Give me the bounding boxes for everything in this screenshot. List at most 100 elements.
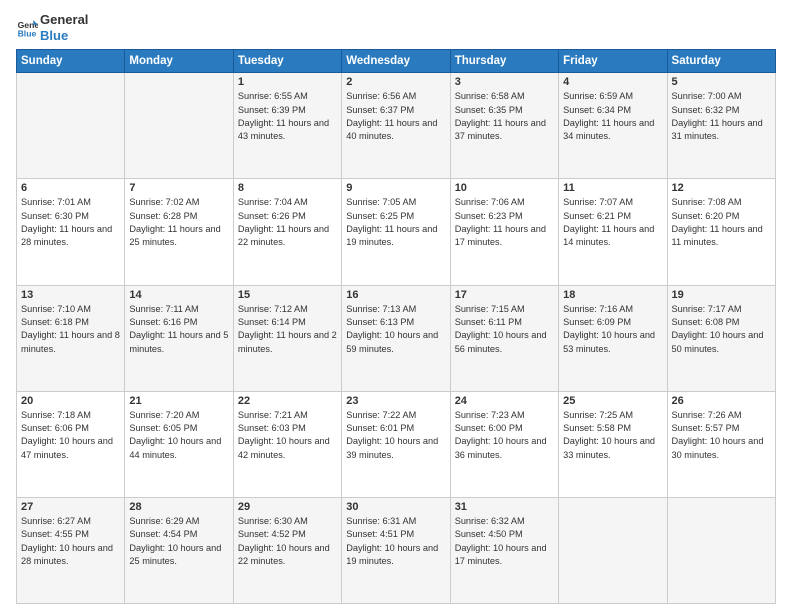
sunset-text: Sunset: 6:23 PM (455, 211, 523, 221)
calendar-cell (559, 497, 667, 603)
day-info: Sunrise: 7:02 AMSunset: 6:28 PMDaylight:… (129, 196, 228, 249)
day-number: 16 (346, 289, 445, 301)
daylight-text: Daylight: 10 hours and 50 minutes. (672, 330, 764, 353)
sunrise-text: Sunrise: 6:58 AM (455, 91, 525, 101)
calendar-table: SundayMondayTuesdayWednesdayThursdayFrid… (16, 49, 776, 604)
daylight-text: Daylight: 10 hours and 59 minutes. (346, 330, 438, 353)
day-info: Sunrise: 7:06 AM Sunset: 6:23 PM Daylight:… (455, 196, 554, 249)
day-info: Sunrise: 7:12 AMSunset: 6:14 PMDaylight:… (238, 303, 337, 356)
calendar-cell: 23Sunrise: 7:22 AMSunset: 6:01 PMDayligh… (342, 391, 450, 497)
calendar-cell: 14Sunrise: 7:11 AMSunset: 6:16 PMDayligh… (125, 285, 233, 391)
daylight-text: Daylight: 11 hours and 19 minutes. (346, 224, 437, 247)
calendar-cell: 27Sunrise: 6:27 AMSunset: 4:55 PMDayligh… (17, 497, 125, 603)
sunrise-text: Sunrise: 7:21 AM (238, 410, 308, 420)
calendar-cell: 8Sunrise: 7:04 AMSunset: 6:26 PMDaylight… (233, 179, 341, 285)
day-info: Sunrise: 7:20 AMSunset: 6:05 PMDaylight:… (129, 409, 228, 462)
daylight-text: Daylight: 11 hours and 25 minutes. (129, 224, 220, 247)
day-info: Sunrise: 7:10 AMSunset: 6:18 PMDaylight:… (21, 303, 120, 356)
header: General Blue General Blue (16, 12, 776, 43)
sunset-text: Sunset: 6:35 PM (455, 105, 523, 115)
calendar-week-row: 27Sunrise: 6:27 AMSunset: 4:55 PMDayligh… (17, 497, 776, 603)
daylight-text: Daylight: 10 hours and 39 minutes. (346, 436, 438, 459)
day-info: Sunrise: 6:56 AMSunset: 6:37 PMDaylight:… (346, 90, 445, 143)
logo-icon: General Blue (16, 17, 38, 39)
sunrise-text: Sunrise: 6:59 AM (563, 91, 633, 101)
daylight-text: Daylight: 11 hours and 22 minutes. (238, 224, 329, 247)
day-number: 24 (455, 395, 554, 407)
sunset-text: Sunset: 6:00 PM (455, 423, 523, 433)
sunrise-text: Sunrise: 7:05 AM (346, 197, 416, 207)
day-info: Sunrise: 7:18 AMSunset: 6:06 PMDaylight:… (21, 409, 120, 462)
day-info: Sunrise: 7:00 AMSunset: 6:32 PMDaylight:… (672, 90, 771, 143)
daylight-text: Daylight: 11 hours and 11 minutes. (672, 224, 763, 247)
day-info: Sunrise: 7:22 AMSunset: 6:01 PMDaylight:… (346, 409, 445, 462)
daylight-text: Daylight: 10 hours and 28 minutes. (21, 543, 113, 566)
sunset-text: Sunset: 6:18 PM (21, 317, 89, 327)
daylight-text: Daylight: 11 hours and 40 minutes. (346, 118, 437, 141)
sunrise-text: Sunrise: 6:32 AM (455, 516, 525, 526)
day-info: Sunrise: 6:58 AMSunset: 6:35 PMDaylight:… (455, 90, 554, 143)
day-number: 15 (238, 289, 337, 301)
sunrise-text: Sunrise: 7:00 AM (672, 91, 742, 101)
day-info: Sunrise: 7:25 AMSunset: 5:58 PMDaylight:… (563, 409, 662, 462)
sunrise-text: Sunrise: 6:31 AM (346, 516, 416, 526)
day-info: Sunrise: 7:15 AMSunset: 6:11 PMDaylight:… (455, 303, 554, 356)
calendar-week-row: 1 Sunrise: 6:55 AMSunset: 6:39 PMDaylight… (17, 73, 776, 179)
calendar-cell: 2 Sunrise: 6:56 AMSunset: 6:37 PMDaylight… (342, 73, 450, 179)
sunrise-text: Sunrise: 7:26 AM (672, 410, 742, 420)
sunset-text: Sunset: 6:03 PM (238, 423, 306, 433)
daylight-text: Daylight: 11 hours and 17 minutes. (455, 224, 546, 247)
day-number: 25 (563, 395, 662, 407)
calendar-cell: 6Sunrise: 7:01 AMSunset: 6:30 PMDaylight… (17, 179, 125, 285)
sunrise-text: Sunrise: 7:06 AM (455, 197, 525, 207)
weekday-header: Wednesday (342, 50, 450, 73)
sunset-text: Sunset: 6:26 PM (238, 211, 306, 221)
weekday-header: Saturday (667, 50, 775, 73)
day-info: Sunrise: 6:59 AMSunset: 6:34 PMDaylight:… (563, 90, 662, 143)
calendar-cell: 16Sunrise: 7:13 AMSunset: 6:13 PMDayligh… (342, 285, 450, 391)
sunrise-text: Sunrise: 7:13 AM (346, 304, 416, 314)
daylight-text: Daylight: 10 hours and 25 minutes. (129, 543, 221, 566)
daylight-text: Daylight: 10 hours and 30 minutes. (672, 436, 764, 459)
day-number: 2 (346, 76, 445, 88)
sunrise-text: Sunrise: 6:27 AM (21, 516, 91, 526)
daylight-text: Daylight: 11 hours and 34 minutes. (563, 118, 654, 141)
calendar-cell: 26Sunrise: 7:26 AMSunset: 5:57 PMDayligh… (667, 391, 775, 497)
day-number: 7 (129, 182, 228, 194)
calendar-cell: 28Sunrise: 6:29 AMSunset: 4:54 PMDayligh… (125, 497, 233, 603)
day-info: Sunrise: 7:16 AMSunset: 6:09 PMDaylight:… (563, 303, 662, 356)
sunset-text: Sunset: 4:55 PM (21, 529, 89, 539)
logo-text: General Blue (40, 12, 88, 43)
sunset-text: Sunset: 6:01 PM (346, 423, 414, 433)
daylight-text: Daylight: 10 hours and 22 minutes. (238, 543, 330, 566)
sunset-text: Sunset: 6:30 PM (21, 211, 89, 221)
sunrise-text: Sunrise: 7:10 AM (21, 304, 91, 314)
calendar-cell: 25 Sunrise: 7:25 AMSunset: 5:58 PMDayligh… (559, 391, 667, 497)
sunrise-text: Sunrise: 7:15 AM (455, 304, 525, 314)
day-info: Sunrise: 7:21 AMSunset: 6:03 PMDaylight:… (238, 409, 337, 462)
calendar-cell: 11Sunrise: 7:07 AMSunset: 6:21 PMDayligh… (559, 179, 667, 285)
calendar-cell: 31Sunrise: 6:32 AMSunset: 4:50 PMDayligh… (450, 497, 558, 603)
day-info: Sunrise: 6:55 AMSunset: 6:39 PMDaylight:… (238, 90, 337, 143)
calendar-week-row: 20Sunrise: 7:18 AMSunset: 6:06 PMDayligh… (17, 391, 776, 497)
day-number: 1 (238, 76, 337, 88)
day-number: 22 (238, 395, 337, 407)
day-info: Sunrise: 7:04 AMSunset: 6:26 PMDaylight:… (238, 196, 337, 249)
calendar-cell: 22Sunrise: 7:21 AMSunset: 6:03 PMDayligh… (233, 391, 341, 497)
weekday-header: Friday (559, 50, 667, 73)
daylight-text: Daylight: 10 hours and 33 minutes. (563, 436, 655, 459)
sunrise-text: Sunrise: 6:29 AM (129, 516, 199, 526)
sunset-text: Sunset: 4:54 PM (129, 529, 197, 539)
sunrise-text: Sunrise: 7:17 AM (672, 304, 742, 314)
sunset-text: Sunset: 5:58 PM (563, 423, 631, 433)
day-info: Sunrise: 7:26 AMSunset: 5:57 PMDaylight:… (672, 409, 771, 462)
calendar-cell (667, 497, 775, 603)
day-number: 17 (455, 289, 554, 301)
day-info: Sunrise: 7:23 AMSunset: 6:00 PMDaylight:… (455, 409, 554, 462)
calendar-cell: 10Sunrise: 7:06 AMSunset: 6:23 PMDayligh… (450, 179, 558, 285)
calendar-week-row: 6Sunrise: 7:01 AMSunset: 6:30 PMDaylight… (17, 179, 776, 285)
sunrise-text: Sunrise: 6:56 AM (346, 91, 416, 101)
day-info: Sunrise: 7:17 AMSunset: 6:08 PMDaylight:… (672, 303, 771, 356)
calendar-cell: 1 Sunrise: 6:55 AMSunset: 6:39 PMDaylight… (233, 73, 341, 179)
daylight-text: Daylight: 10 hours and 56 minutes. (455, 330, 547, 353)
